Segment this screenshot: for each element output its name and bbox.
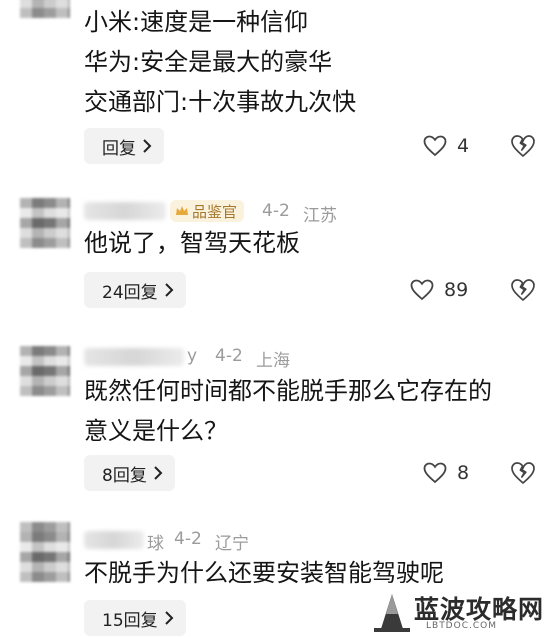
crown-icon [176,206,188,215]
comment-date: 4-2 [262,201,290,221]
broken-heart-icon[interactable] [510,278,536,302]
reply-button[interactable]: 24回复 [84,272,186,308]
badge-label: 品鉴官 [192,202,238,221]
heart-icon [423,135,447,157]
reply-button[interactable]: 15回复 [84,600,186,636]
chevron-right-icon [154,466,163,480]
reply-button-label: 15回复 [102,610,158,631]
broken-heart-icon[interactable] [510,134,536,158]
reply-button[interactable]: 回复 [84,128,164,164]
like-button[interactable]: 89 [410,279,468,301]
comment-text-line: 小米:速度是一种信仰 [84,8,309,36]
reviewer-badge: 品鉴官 [170,200,245,222]
like-button[interactable]: 8 [423,462,469,484]
avatar[interactable] [20,0,70,18]
username-redacted[interactable] [84,531,144,549]
username-redacted[interactable] [84,202,166,220]
like-button[interactable]: 4 [423,135,469,157]
site-watermark: 蓝波攻略网 LBTDOC.COM [372,588,550,637]
chevron-right-icon [164,611,174,625]
comment-date: 4-2 [174,529,202,549]
comment-text-line: 他说了，智驾天花板 [84,229,300,257]
username-fragment: 球 [147,534,164,554]
like-count: 89 [444,279,469,301]
comment-text-line: 既然任何时间都不能脱手那么它存在的 [84,377,492,405]
avatar[interactable] [20,522,70,582]
reply-button-label: 24回复 [102,282,158,303]
heart-icon [423,462,447,484]
watermark-url: LBTDOC.COM [426,621,497,631]
comment-date: 4-2 [215,346,243,366]
reply-button-label: 回复 [102,138,136,159]
heart-icon [410,279,434,301]
comment-text-line: 华为:安全是最大的豪华 [84,48,333,76]
comment-text-line: 交通部门:十次事故九次快 [84,88,357,116]
comment-text-line: 不脱手为什么还要安装智能驾驶呢 [84,559,444,587]
broken-heart-icon[interactable] [510,461,536,485]
username-redacted[interactable] [84,348,184,366]
avatar[interactable] [20,346,70,396]
site-logo-icon [374,594,410,632]
comment-text-line: 意义是什么？ [84,417,228,445]
chevron-right-icon [164,283,174,297]
like-count: 4 [457,135,470,157]
reply-button[interactable]: 8回复 [84,455,175,491]
avatar[interactable] [20,198,70,248]
chevron-right-icon [143,139,152,153]
comment-location: 江苏 [303,206,337,226]
comment-location: 辽宁 [215,534,249,554]
reply-button-label: 8回复 [102,465,147,486]
username-fragment: y [187,346,198,366]
like-count: 8 [457,462,470,484]
comment-location: 上海 [256,351,290,371]
